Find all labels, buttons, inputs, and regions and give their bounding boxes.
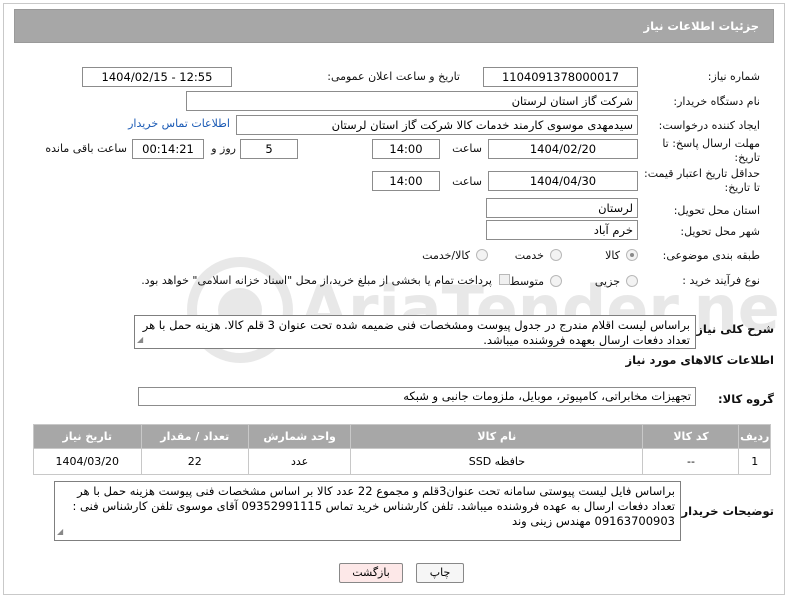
cell-row: 1 bbox=[738, 448, 771, 475]
category-service-label: خدمت bbox=[514, 249, 544, 262]
validity-time-field[interactable]: 14:00 bbox=[372, 171, 440, 191]
need-number-label: شماره نیاز: bbox=[707, 70, 760, 83]
resize-grip-icon[interactable]: ◢ bbox=[137, 332, 143, 347]
col-code: کد کالا bbox=[642, 424, 740, 449]
days-field[interactable]: 5 bbox=[240, 139, 298, 159]
city-label: شهر محل تحویل: bbox=[680, 225, 760, 238]
cell-name: حافظه SSD bbox=[350, 448, 644, 475]
remaining-label: ساعت باقی مانده bbox=[45, 142, 127, 155]
buyer-notes-text: براساس فایل لیست پیوستی سامانه تحت عنوان… bbox=[72, 484, 675, 528]
col-date: تاریخ نیاز bbox=[33, 424, 142, 449]
announce-label: تاریخ و ساعت اعلان عمومی: bbox=[327, 70, 460, 83]
requester-field[interactable]: سیدمهدی موسوی کارمند خدمات کالا شرکت گاز… bbox=[236, 115, 638, 135]
treasury-note: پرداخت تمام یا بخشی از مبلغ خرید،از محل … bbox=[141, 274, 492, 287]
buyer-contact-link[interactable]: اطلاعات تماس خریدار bbox=[128, 117, 230, 130]
cell-date: 1404/03/20 bbox=[33, 448, 142, 475]
print-button[interactable]: چاپ bbox=[416, 563, 464, 583]
deadline-label-2: تاریخ: bbox=[734, 151, 760, 164]
description-text: براساس لیست اقلام مندرج در جدول پیوست وم… bbox=[142, 318, 690, 347]
item-group-label: گروه کالا: bbox=[718, 392, 774, 406]
col-name: نام کالا bbox=[350, 424, 644, 449]
validity-label-2: تا تاریخ: bbox=[724, 181, 760, 194]
days-label: روز و bbox=[211, 142, 236, 155]
process-radio-minor[interactable] bbox=[626, 275, 638, 287]
remaining-time-field[interactable]: 00:14:21 bbox=[132, 139, 204, 159]
process-minor-label: جزیی bbox=[594, 275, 620, 288]
category-goods-service-label: کالا/خدمت bbox=[422, 249, 470, 262]
page-title: جزئیات اطلاعات نیاز bbox=[643, 19, 759, 33]
deadline-time-field[interactable]: 14:00 bbox=[372, 139, 440, 159]
back-button[interactable]: بازگشت bbox=[339, 563, 403, 583]
notes-resize-grip-icon[interactable]: ◢ bbox=[57, 524, 63, 539]
col-qty: تعداد / مقدار bbox=[140, 424, 250, 449]
buyer-notes-textarea[interactable]: براساس فایل لیست پیوستی سامانه تحت عنوان… bbox=[54, 481, 681, 541]
validity-time-label: ساعت bbox=[452, 175, 482, 188]
deadline-date-field[interactable]: 1404/02/20 bbox=[488, 139, 638, 159]
province-label: استان محل تحویل: bbox=[673, 204, 760, 217]
table-row[interactable]: 1 -- حافظه SSD عدد 22 1404/03/20 bbox=[33, 448, 771, 475]
validity-label: حداقل تاریخ اعتبار قیمت: bbox=[644, 167, 760, 180]
items-table: ردیف کد کالا نام کالا واحد شمارش تعداد /… bbox=[33, 424, 771, 475]
city-field[interactable]: خرم آباد bbox=[486, 220, 638, 240]
col-row: ردیف bbox=[738, 424, 771, 449]
process-label: نوع فرآیند خرید : bbox=[682, 274, 760, 287]
category-radio-service[interactable] bbox=[550, 249, 562, 261]
buyer-notes-label: توضیحات خریدار: bbox=[676, 504, 774, 518]
description-label: شرح کلی نیاز: bbox=[691, 322, 774, 336]
province-field[interactable]: لرستان bbox=[486, 198, 638, 218]
category-goods-label: کالا bbox=[605, 249, 620, 262]
item-group-field[interactable]: تجهیزات مخابراتی، کامپیوتر، موبایل، ملزو… bbox=[138, 387, 696, 406]
process-medium-label: متوسط bbox=[509, 275, 544, 288]
category-radio-goods[interactable] bbox=[626, 249, 638, 261]
requester-label: ایجاد کننده درخواست: bbox=[658, 119, 760, 132]
announce-field[interactable]: 1404/02/15 - 12:55 bbox=[82, 67, 232, 87]
col-unit: واحد شمارش bbox=[247, 424, 352, 449]
cell-qty: 22 bbox=[140, 448, 250, 475]
deadline-label: مهلت ارسال پاسخ: تا bbox=[662, 137, 760, 150]
buyer-org-label: نام دستگاه خریدار: bbox=[673, 95, 760, 108]
items-section-title: اطلاعات کالاهای مورد نیاز bbox=[625, 353, 774, 367]
treasury-checkbox[interactable] bbox=[499, 274, 510, 285]
need-number-field[interactable]: 1104091378000017 bbox=[483, 67, 638, 87]
category-label: طبقه بندی موضوعی: bbox=[662, 249, 760, 262]
buyer-org-field[interactable]: شرکت گاز استان لرستان bbox=[186, 91, 638, 111]
page-header: جزئیات اطلاعات نیاز bbox=[14, 9, 774, 43]
cell-code: -- bbox=[642, 448, 740, 475]
description-textarea[interactable]: براساس لیست اقلام مندرج در جدول پیوست وم… bbox=[134, 315, 696, 349]
validity-date-field[interactable]: 1404/04/30 bbox=[488, 171, 638, 191]
category-radio-goods-service[interactable] bbox=[476, 249, 488, 261]
process-radio-medium[interactable] bbox=[550, 275, 562, 287]
cell-unit: عدد bbox=[247, 448, 352, 475]
deadline-time-label: ساعت bbox=[452, 142, 482, 155]
